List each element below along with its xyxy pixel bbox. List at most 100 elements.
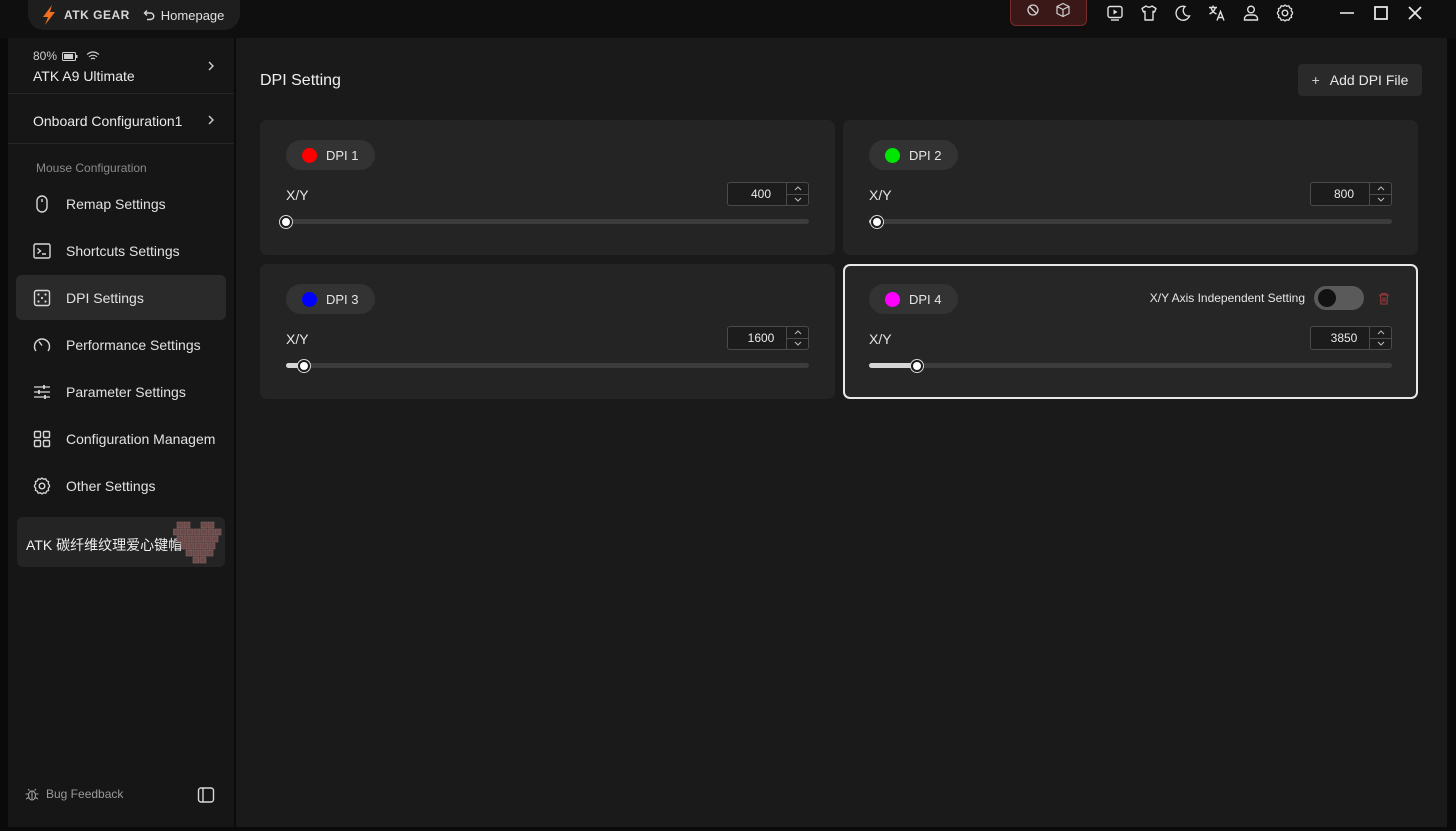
dpi-slider-track[interactable] [869,215,1392,228]
sidebar-item-configuration[interactable]: Configuration Managem [16,416,226,461]
dpi-card-1[interactable]: DPI 1 X/Y 400 [260,120,835,255]
gear-icon [33,476,51,495]
dpi-slider-thumb[interactable] [298,359,311,372]
promo-banner[interactable]: ATK 碳纤维纹理爱心键帽 [17,517,225,567]
axis-label: X/Y [286,331,309,347]
dpi-slider-track[interactable] [286,359,809,372]
axis-label: X/Y [869,187,892,203]
mouse-icon [36,194,48,213]
window-edge [1447,38,1456,831]
block-icon[interactable] [1026,3,1040,22]
video-icon[interactable] [1098,0,1132,26]
dpi-color-dot[interactable] [885,291,900,307]
sidebar-item-parameter[interactable]: Parameter Settings [16,369,226,414]
sidebar-item-label: Configuration Managem [66,430,216,447]
toggle-knob [1318,289,1336,307]
gauge-icon [33,337,51,351]
dpi-slider-track[interactable] [869,359,1392,372]
sidebar-item-label: Parameter Settings [66,383,186,400]
dpi-stage-pill[interactable]: DPI 1 [286,140,375,170]
xy-independent-toggle[interactable] [1314,286,1364,310]
chevron-down-icon[interactable] [787,193,808,206]
sidebar-item-label: Performance Settings [66,336,201,353]
dpi-slider-track[interactable] [280,215,809,228]
translate-icon[interactable] [1200,0,1234,26]
maximize-icon[interactable] [1364,0,1398,26]
dpi-stage-pill[interactable]: DPI 3 [286,284,375,314]
window-controls [1330,0,1432,26]
sidebar-item-label: Remap Settings [66,195,166,212]
dpi-stage-name: DPI 4 [909,291,942,307]
brand-logo: ATK GEAR [38,4,130,26]
dpi-stage-pill[interactable]: DPI 4 [869,284,958,314]
dpi-color-dot[interactable] [302,147,317,163]
dpi-slider-thumb[interactable] [870,215,883,228]
add-dpi-file-label: Add DPI File [1329,72,1409,88]
main-panel: DPI Setting + Add DPI File DPI 1 X/Y 400… [236,38,1447,827]
shirt-icon[interactable] [1132,0,1166,26]
dpi-value-stepper[interactable]: 1600 [727,326,809,350]
battery-percent: 80% [33,49,58,63]
dpi-value-stepper[interactable]: 800 [1310,182,1392,206]
chevron-down-icon[interactable] [1370,337,1391,350]
xy-independent-label: X/Y Axis Independent Setting [1149,291,1305,305]
axis-label: X/Y [869,331,892,347]
chevron-right-icon [208,115,214,125]
toolbar-icons [1098,0,1302,26]
sidebar-item-remap[interactable]: Remap Settings [16,181,226,226]
onboard-config-label: Onboard Configuration1 [33,113,183,129]
close-icon[interactable] [1398,0,1432,26]
sidebar-item-other[interactable]: Other Settings [16,463,226,508]
dpi-stage-pill[interactable]: DPI 2 [869,140,958,170]
page-title: DPI Setting [260,72,341,89]
onboard-config-selector[interactable]: Onboard Configuration1 [8,96,234,144]
moon-icon[interactable] [1166,0,1200,26]
settings-icon[interactable] [1268,0,1302,26]
sidebar-toggle-icon[interactable] [197,786,215,804]
bug-feedback-link[interactable]: Bug Feedback [24,786,123,802]
minimize-icon[interactable] [1330,0,1364,26]
dpi-color-dot[interactable] [885,147,900,163]
bug-feedback-label: Bug Feedback [46,787,124,801]
chevron-up-icon[interactable] [1370,327,1391,338]
add-dpi-file-button[interactable]: + Add DPI File [1298,64,1422,96]
plus-icon: + [1311,72,1320,88]
wifi-icon [86,51,100,60]
chevron-up-icon[interactable] [787,183,808,194]
title-bar: ATK GEAR Homepage [0,0,1456,38]
bolt-logo-icon [43,5,55,25]
sidebar-item-shortcuts[interactable]: Shortcuts Settings [16,228,226,273]
dpi-color-dot[interactable] [302,291,317,307]
axis-label: X/Y [286,187,309,203]
cube-icon[interactable] [1055,2,1071,23]
device-card[interactable]: 80% ATK A9 Ultimate [8,38,234,94]
dpi-slider-thumb[interactable] [280,215,292,228]
chevron-down-icon[interactable] [1370,193,1391,206]
dpi-value[interactable]: 400 [728,183,786,205]
user-icon[interactable] [1234,0,1268,26]
keycap-heart-icon [173,521,222,564]
sidebar-nav: Remap Settings Shortcuts Settings DPI Se… [16,181,226,510]
promo-text: ATK 碳纤维纹理爱心键帽 [26,537,183,553]
sidebar-item-label: Shortcuts Settings [66,242,180,259]
dpi-card-3[interactable]: DPI 3 X/Y 1600 [260,264,835,399]
dpi-value-stepper[interactable]: 3850 [1310,326,1392,350]
chevron-up-icon[interactable] [787,327,808,338]
sidebar-item-label: DPI Settings [66,289,144,306]
dpi-value[interactable]: 800 [1311,183,1369,205]
dpi-value-stepper[interactable]: 400 [727,182,809,206]
sidebar-item-dpi[interactable]: DPI Settings [16,275,226,320]
sidebar-item-performance[interactable]: Performance Settings [16,322,226,367]
battery-status: 80% [33,49,100,63]
dpi-stage-name: DPI 1 [326,147,359,163]
window-edge [0,827,1456,831]
dpi-slider-thumb[interactable] [911,359,924,372]
dpi-value[interactable]: 1600 [728,327,786,349]
homepage-link[interactable]: Homepage [142,8,224,23]
trash-icon[interactable] [1378,292,1390,305]
dpi-value[interactable]: 3850 [1311,327,1369,349]
chevron-up-icon[interactable] [1370,183,1391,194]
chevron-down-icon[interactable] [787,337,808,350]
dpi-card-4[interactable]: DPI 4 X/Y Axis Independent Setting X/Y 3… [843,264,1418,399]
dpi-card-2[interactable]: DPI 2 X/Y 800 [843,120,1418,255]
